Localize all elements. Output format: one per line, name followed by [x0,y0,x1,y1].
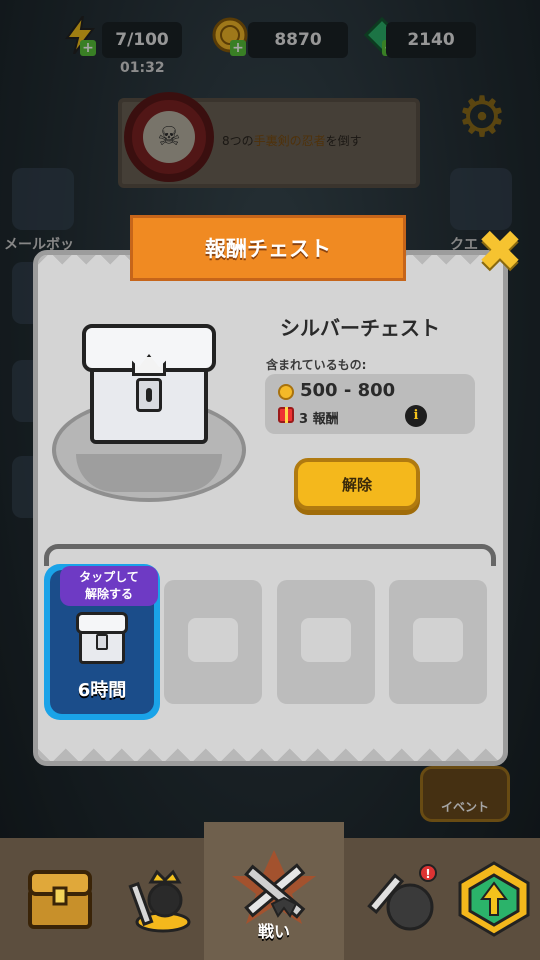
chest-slot-2[interactable] [164,580,262,704]
unlock-time: 6時間 [77,680,127,701]
gift-icon [278,407,294,423]
rewards-count: 3 報酬 [299,412,339,427]
slot-chest-icon [76,612,128,666]
chest-slot-shelf [44,544,496,566]
unlock-button-label: 解除 [341,475,372,494]
empty-slot-icon [301,618,351,662]
info-icon[interactable]: i [405,405,427,427]
modal-title: 報酬チェスト [205,237,331,261]
nav-heroes-icon[interactable] [106,838,214,960]
close-icon[interactable]: ✖ [474,224,526,280]
chest-slot-4[interactable] [389,580,487,704]
nav-chest-icon[interactable] [6,838,114,960]
chest-name: シルバーチェスト [280,316,440,340]
modal-title-ribbon: 報酬チェスト [113,215,423,281]
coin-range: 500 - 800 [300,380,396,401]
chest-slot-3[interactable] [277,580,375,704]
tap-to-unlock-badge: タップして 解除する [60,566,158,606]
svg-text:!: ! [425,867,430,881]
nav-upgrade-icon[interactable]: ! [344,838,452,960]
modal-bottom-pattern [38,739,503,761]
unlock-button[interactable]: 解除 [294,458,420,510]
coin-small-icon [278,384,294,400]
nav-battle-label: 戦い [257,922,290,941]
empty-slot-icon [188,618,238,662]
silver-chest-icon [82,320,216,446]
empty-slot-icon [413,618,463,662]
tap-to-unlock-label: タップして 解除する [79,570,139,601]
contains-label: 含まれているもの: [266,358,367,372]
nav-clan-icon[interactable] [440,838,540,960]
